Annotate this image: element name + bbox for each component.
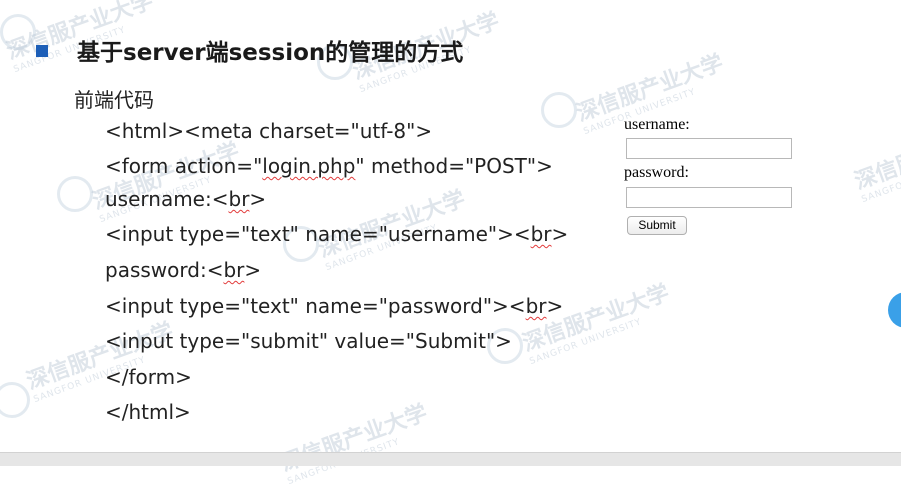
code-line: <input type="text" name="username"><br>: [105, 222, 569, 246]
watermark-logo-icon: [0, 382, 30, 418]
watermark-logo-icon: [541, 92, 577, 128]
slide: 深信服产业大学 SANGFOR UNIVERSITY 深信服产业大学 SANGFOR…: [0, 0, 901, 487]
password-label: password:: [624, 164, 689, 181]
code-line: </form>: [105, 365, 192, 389]
code-line: password:<br>: [105, 258, 262, 282]
submit-button[interactable]: Submit: [627, 216, 687, 235]
side-float-button[interactable]: [888, 292, 901, 328]
watermark: 深信服产业大学SANGFOR UNIVERSITY: [851, 118, 901, 206]
bullet-square-icon: [36, 45, 48, 57]
code-line: <input type="submit" value="Submit">: [105, 329, 512, 353]
watermark-logo-icon: [0, 14, 36, 50]
password-input[interactable]: [626, 187, 792, 208]
code-line: username:<br>: [105, 187, 267, 211]
watermark: 深信服产业大学SANGFOR UNIVERSITY: [277, 400, 431, 487]
watermark-logo-icon: [57, 176, 93, 212]
code-line: <form action="login.php" method="POST">: [105, 154, 553, 178]
slide-subtitle: 前端代码: [74, 88, 154, 112]
username-input[interactable]: [626, 138, 792, 159]
username-label: username:: [624, 116, 690, 133]
code-line: </html>: [105, 400, 191, 424]
code-line: <html><meta charset="utf-8">: [105, 119, 433, 143]
watermark: 深信服产业大学SANGFOR UNIVERSITY: [23, 318, 177, 406]
watermark: 深信服产业大学SANGFOR UNIVERSITY: [519, 280, 673, 368]
slide-title: 基于server端session的管理的方式: [77, 40, 464, 66]
bottom-bar: [0, 452, 901, 466]
code-line: <input type="text" name="password"><br>: [105, 294, 564, 318]
